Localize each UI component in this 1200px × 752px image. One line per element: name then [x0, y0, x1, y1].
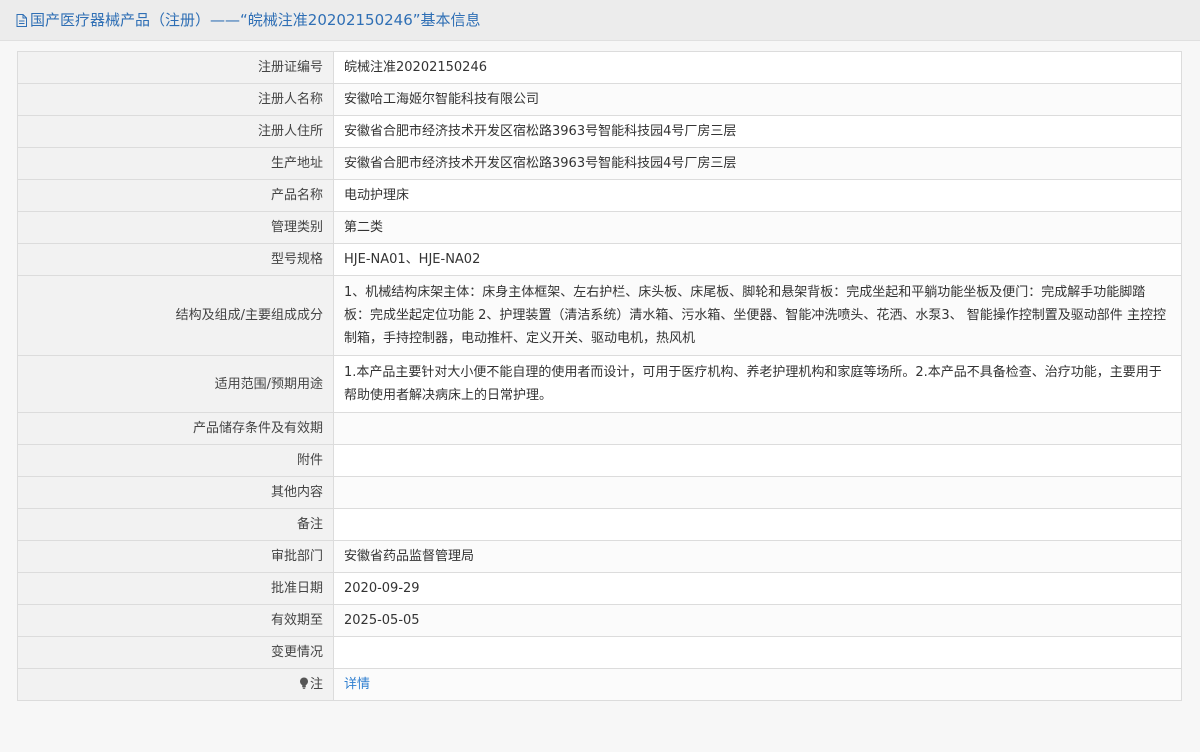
note-label: 注	[17, 668, 334, 701]
row-value	[333, 444, 1182, 477]
row-value: 1、机械结构床架主体：床身主体框架、左右护栏、床头板、床尾板、脚轮和悬架背板：完…	[333, 275, 1182, 356]
note-row: 注 详情	[17, 668, 1182, 701]
table-row: 注册人名称 安徽哈工海姬尔智能科技有限公司	[17, 83, 1182, 116]
row-value: HJE-NA01、HJE-NA02	[333, 243, 1182, 276]
row-value: 2020-09-29	[333, 572, 1182, 605]
detail-link[interactable]: 详情	[344, 677, 370, 692]
row-label: 适用范围/预期用途	[17, 355, 334, 413]
row-value: 第二类	[333, 211, 1182, 244]
row-value	[333, 636, 1182, 669]
row-value: 2025-05-05	[333, 604, 1182, 637]
row-label: 附件	[17, 444, 334, 477]
row-value	[333, 412, 1182, 445]
row-label: 有效期至	[17, 604, 334, 637]
table-row: 适用范围/预期用途 1.本产品主要针对大小便不能自理的使用者而设计，可用于医疗机…	[17, 355, 1182, 413]
row-value: 电动护理床	[333, 179, 1182, 212]
info-table: 注册证编号 皖械注准20202150246 注册人名称 安徽哈工海姬尔智能科技有…	[17, 51, 1182, 701]
table-row: 生产地址 安徽省合肥市经济技术开发区宿松路3963号智能科技园4号厂房三层	[17, 147, 1182, 180]
table-row: 管理类别 第二类	[17, 211, 1182, 244]
table-row: 产品名称 电动护理床	[17, 179, 1182, 212]
row-label: 审批部门	[17, 540, 334, 573]
row-label: 注册证编号	[17, 51, 334, 84]
row-label: 产品名称	[17, 179, 334, 212]
row-value: 1.本产品主要针对大小便不能自理的使用者而设计，可用于医疗机构、养老护理机构和家…	[333, 355, 1182, 413]
table-row: 产品储存条件及有效期	[17, 412, 1182, 445]
lightbulb-icon	[299, 677, 309, 689]
table-row: 注册证编号 皖械注准20202150246	[17, 51, 1182, 84]
row-label: 注册人住所	[17, 115, 334, 148]
row-value: 安徽省药品监督管理局	[333, 540, 1182, 573]
page-header: 国产医疗器械产品（注册）——“皖械注准20202150246”基本信息	[0, 0, 1200, 41]
row-label: 其他内容	[17, 476, 334, 509]
table-row: 结构及组成/主要组成成分 1、机械结构床架主体：床身主体框架、左右护栏、床头板、…	[17, 275, 1182, 356]
row-value: 安徽省合肥市经济技术开发区宿松路3963号智能科技园4号厂房三层	[333, 147, 1182, 180]
table-row: 其他内容	[17, 476, 1182, 509]
row-label: 生产地址	[17, 147, 334, 180]
page-title: 国产医疗器械产品（注册）——“皖械注准20202150246”基本信息	[30, 11, 481, 29]
document-icon	[16, 14, 27, 27]
table-row: 附件	[17, 444, 1182, 477]
row-label: 批准日期	[17, 572, 334, 605]
note-value: 详情	[333, 668, 1182, 701]
row-label: 注册人名称	[17, 83, 334, 116]
row-label: 型号规格	[17, 243, 334, 276]
table-row: 注册人住所 安徽省合肥市经济技术开发区宿松路3963号智能科技园4号厂房三层	[17, 115, 1182, 148]
table-row: 有效期至 2025-05-05	[17, 604, 1182, 637]
table-row: 批准日期 2020-09-29	[17, 572, 1182, 605]
table-row: 备注	[17, 508, 1182, 541]
table-row: 变更情况	[17, 636, 1182, 669]
row-value: 安徽哈工海姬尔智能科技有限公司	[333, 83, 1182, 116]
row-value	[333, 508, 1182, 541]
row-value	[333, 476, 1182, 509]
row-label: 变更情况	[17, 636, 334, 669]
row-label: 产品储存条件及有效期	[17, 412, 334, 445]
row-label: 结构及组成/主要组成成分	[17, 275, 334, 356]
table-row: 审批部门 安徽省药品监督管理局	[17, 540, 1182, 573]
row-value: 安徽省合肥市经济技术开发区宿松路3963号智能科技园4号厂房三层	[333, 115, 1182, 148]
note-label-text: 注	[309, 677, 323, 692]
row-label: 管理类别	[17, 211, 334, 244]
row-label: 备注	[17, 508, 334, 541]
table-row: 型号规格 HJE-NA01、HJE-NA02	[17, 243, 1182, 276]
content-area: 注册证编号 皖械注准20202150246 注册人名称 安徽哈工海姬尔智能科技有…	[0, 41, 1200, 752]
row-value: 皖械注准20202150246	[333, 51, 1182, 84]
page: 国产医疗器械产品（注册）——“皖械注准20202150246”基本信息 注册证编…	[0, 0, 1200, 752]
